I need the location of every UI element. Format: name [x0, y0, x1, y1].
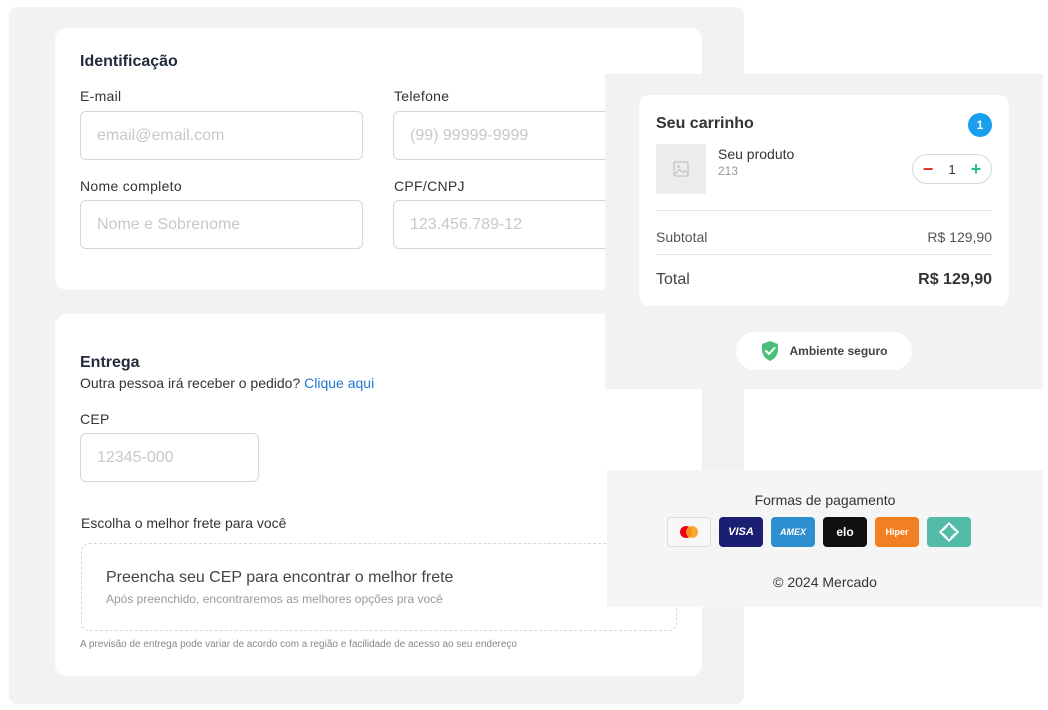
payment-footer: Formas de pagamento VISA AMEX elo Hiper …: [607, 470, 1043, 607]
total-label: Total: [656, 271, 690, 288]
increase-quantity-button[interactable]: +: [969, 160, 983, 178]
decrease-quantity-button[interactable]: −: [921, 160, 935, 178]
subtotal-label: Subtotal: [656, 229, 708, 245]
shipping-options-subtitle: Após preenchido, encontraremos as melhor…: [106, 592, 443, 606]
cart-card: Seu carrinho 1 Seu produto 213 − 1 + Sub…: [639, 95, 1009, 306]
product-sku: 213: [718, 164, 739, 178]
cart-divider: [656, 254, 992, 255]
elo-icon: elo: [823, 517, 867, 547]
shipping-options-box: Preencha seu CEP para encontrar o melhor…: [81, 543, 677, 631]
hiper-icon: Hiper: [875, 517, 919, 547]
cart-title: Seu carrinho: [656, 115, 754, 132]
telefone-label: Telefone: [394, 88, 450, 104]
cep-field[interactable]: [80, 433, 259, 482]
copyright-text: © 2024 Mercado: [773, 574, 877, 590]
payment-methods-title: Formas de pagamento: [754, 492, 896, 508]
amex-icon: AMEX: [771, 517, 815, 547]
visa-icon: VISA: [719, 517, 763, 547]
other-recipient-text: Outra pessoa irá receber o pedido? Cliqu…: [80, 375, 374, 391]
cep-label: CEP: [80, 411, 110, 427]
shipping-title: Entrega: [80, 354, 140, 371]
other-recipient-question: Outra pessoa irá receber o pedido?: [80, 375, 301, 391]
cpf-label: CPF/CNPJ: [394, 178, 465, 194]
delivery-estimate-note: A previsão de entrega pode variar de aco…: [80, 639, 517, 650]
cart-divider: [656, 210, 992, 211]
shield-check-icon: [762, 341, 779, 361]
secure-environment-badge: Ambiente seguro: [736, 332, 912, 370]
cart-count-badge: 1: [968, 113, 992, 137]
other-recipient-link[interactable]: Clique aqui: [304, 375, 374, 391]
email-label: E-mail: [80, 88, 122, 104]
pix-icon: [927, 517, 971, 547]
identification-title: Identificação: [80, 53, 178, 70]
nome-field[interactable]: [80, 200, 363, 249]
shipping-choice-label: Escolha o melhor frete para você: [81, 515, 287, 531]
subtotal-value: R$ 129,90: [927, 229, 992, 245]
nome-label: Nome completo: [80, 178, 182, 194]
mastercard-icon: [667, 517, 711, 547]
shipping-options-title: Preencha seu CEP para encontrar o melhor…: [106, 569, 454, 586]
product-thumbnail: [656, 144, 706, 194]
image-placeholder-icon: [673, 161, 689, 177]
payment-methods-list: VISA AMEX elo Hiper: [667, 517, 971, 547]
secure-environment-label: Ambiente seguro: [789, 344, 888, 358]
total-value: R$ 129,90: [918, 271, 992, 288]
cart-panel: Seu carrinho 1 Seu produto 213 − 1 + Sub…: [605, 74, 1043, 389]
quantity-stepper: − 1 +: [912, 154, 992, 184]
email-field[interactable]: [80, 111, 363, 160]
product-name: Seu produto: [718, 146, 795, 162]
quantity-value: 1: [948, 161, 956, 177]
